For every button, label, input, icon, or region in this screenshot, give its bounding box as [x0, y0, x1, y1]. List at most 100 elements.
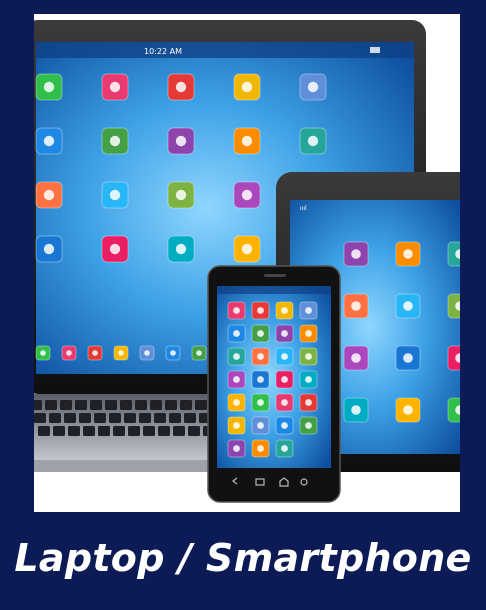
app-icon-glyph: [403, 249, 413, 259]
laptop-status-bar: [36, 42, 414, 58]
app-icon-glyph: [109, 189, 121, 201]
keyboard-key: [150, 400, 162, 410]
app-icon-glyph: [257, 445, 264, 452]
keyboard-key: [34, 413, 46, 423]
keyboard-key: [105, 400, 117, 410]
app-icon-glyph: [109, 135, 121, 147]
app-icon-glyph: [403, 405, 413, 415]
app-icon-glyph: [233, 307, 240, 314]
keyboard-key: [180, 400, 192, 410]
app-icon-glyph: [281, 399, 288, 406]
app-icon-glyph: [281, 330, 288, 337]
laptop-status-time: 10:22 AM: [144, 47, 182, 56]
app-icon-glyph: [281, 376, 288, 383]
app-icon-glyph: [175, 81, 187, 93]
phone-status-bar: [217, 286, 331, 294]
app-icon-glyph: [281, 307, 288, 314]
app-icon-glyph: [257, 399, 264, 406]
app-icon-glyph: [257, 376, 264, 383]
product-card: 10:22 AM ıııl Laptop / Smartphone: [0, 0, 486, 610]
keyboard-key: [60, 400, 72, 410]
app-icon-glyph: [196, 350, 202, 356]
battery-icon: [370, 47, 380, 53]
phone-speaker: [264, 274, 286, 277]
keyboard-key: [90, 400, 102, 410]
keyboard-key: [184, 413, 196, 423]
app-icon-glyph: [305, 422, 312, 429]
app-icon-glyph: [257, 353, 264, 360]
app-icon-glyph: [233, 353, 240, 360]
app-icon-glyph: [40, 350, 46, 356]
keyboard-key: [128, 426, 140, 436]
app-icon-glyph: [233, 376, 240, 383]
keyboard-key: [79, 413, 91, 423]
app-icon-glyph: [175, 135, 187, 147]
app-icon-glyph: [305, 399, 312, 406]
keyboard-key: [109, 413, 121, 423]
app-icon-glyph: [351, 353, 361, 363]
app-icon-glyph: [175, 243, 187, 255]
app-icon-glyph: [241, 189, 253, 201]
keyboard-key: [135, 400, 147, 410]
caption: Laptop / Smartphone: [14, 536, 472, 580]
app-icon-glyph: [305, 330, 312, 337]
app-icon-glyph: [281, 422, 288, 429]
app-icon-glyph: [118, 350, 124, 356]
app-icon-glyph: [43, 243, 55, 255]
keyboard-key: [45, 400, 57, 410]
keyboard-key: [94, 413, 106, 423]
app-icon-glyph: [257, 307, 264, 314]
app-icon-glyph: [241, 81, 253, 93]
app-icon-glyph: [92, 350, 98, 356]
app-icon-glyph: [43, 81, 55, 93]
keyboard-key: [195, 400, 207, 410]
app-icon-glyph: [144, 350, 150, 356]
app-icon-glyph: [170, 350, 176, 356]
keyboard-key: [83, 426, 95, 436]
keyboard-key: [113, 426, 125, 436]
app-icon-glyph: [281, 353, 288, 360]
tablet-signal-icon: ıııl: [300, 205, 307, 212]
app-icon-glyph: [233, 330, 240, 337]
app-icon-glyph: [307, 135, 319, 147]
app-icon-glyph: [305, 353, 312, 360]
keyboard-key: [53, 426, 65, 436]
app-icon-glyph: [257, 422, 264, 429]
keyboard-key: [49, 413, 61, 423]
keyboard-key: [68, 426, 80, 436]
app-icon-glyph: [305, 307, 312, 314]
app-icon-glyph: [109, 81, 121, 93]
keyboard-key: [64, 413, 76, 423]
keyboard-key: [143, 426, 155, 436]
keyboard-key: [38, 426, 50, 436]
keyboard-key: [120, 400, 132, 410]
keyboard-key: [173, 426, 185, 436]
app-icon-glyph: [351, 405, 361, 415]
app-icon-glyph: [403, 301, 413, 311]
app-icon-glyph: [66, 350, 72, 356]
keyboard-key: [124, 413, 136, 423]
app-icon-glyph: [281, 445, 288, 452]
app-icon-glyph: [307, 81, 319, 93]
keyboard-key: [34, 400, 42, 410]
keyboard-key: [158, 426, 170, 436]
app-icon-glyph: [43, 135, 55, 147]
app-icon-glyph: [257, 330, 264, 337]
devices-photo: 10:22 AM ıııl: [34, 14, 460, 512]
keyboard-key: [154, 413, 166, 423]
keyboard-key: [188, 426, 200, 436]
keyboard-key: [139, 413, 151, 423]
keyboard-key: [165, 400, 177, 410]
app-icon-glyph: [351, 249, 361, 259]
keyboard-key: [169, 413, 181, 423]
keyboard-key: [75, 400, 87, 410]
app-icon-glyph: [233, 445, 240, 452]
app-icon-glyph: [241, 243, 253, 255]
app-icon-glyph: [233, 399, 240, 406]
app-icon-glyph: [175, 189, 187, 201]
app-icon-glyph: [403, 353, 413, 363]
app-icon-glyph: [241, 135, 253, 147]
app-icon-glyph: [109, 243, 121, 255]
app-icon-glyph: [233, 422, 240, 429]
app-icon-glyph: [43, 189, 55, 201]
